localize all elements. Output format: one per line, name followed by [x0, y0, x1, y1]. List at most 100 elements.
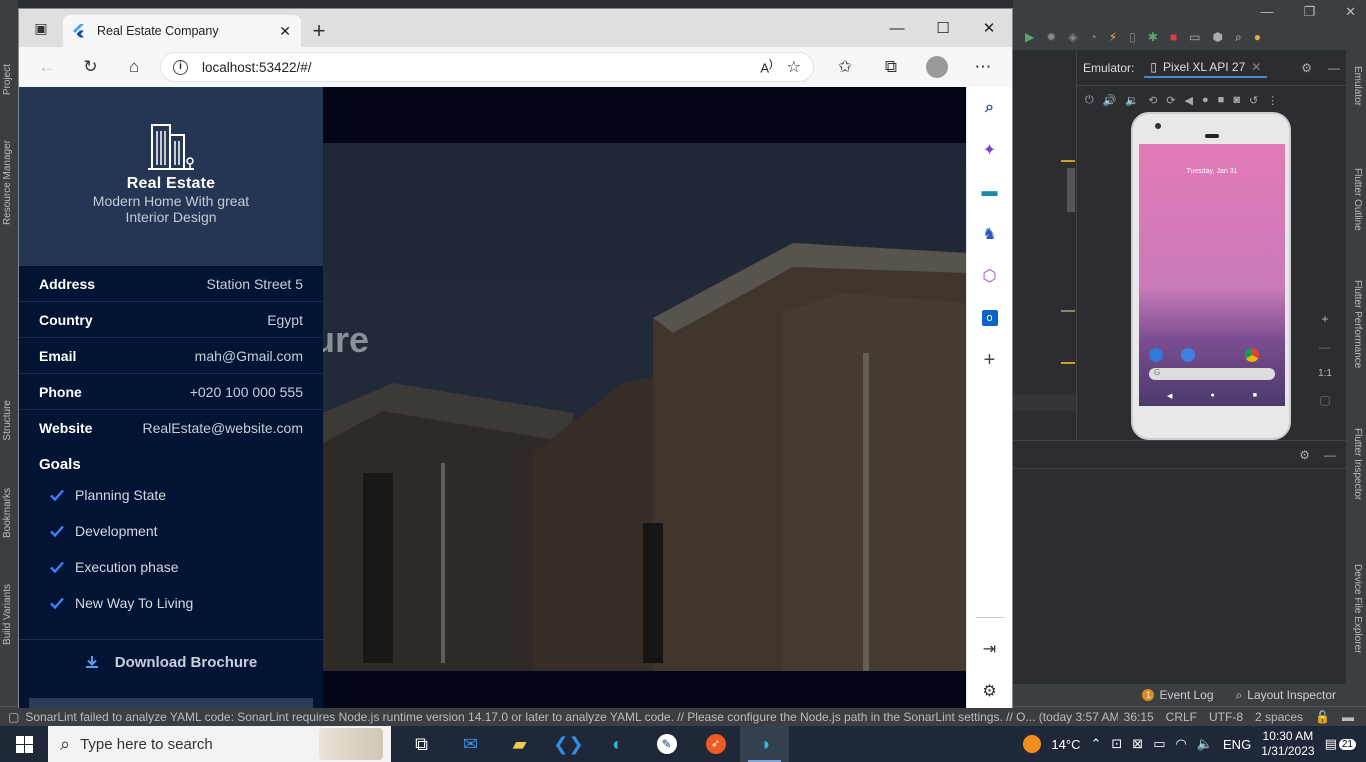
coverage-icon[interactable]: ◔: [1090, 30, 1097, 45]
url-field[interactable]: i localhost:53422/#/ A) ☆: [159, 52, 814, 82]
status-lock-icon[interactable]: 🔓: [1315, 710, 1330, 724]
power-icon[interactable]: ⏻: [1085, 94, 1094, 107]
run-icon[interactable]: ▶: [1025, 30, 1034, 45]
sidebar-search-button[interactable]: ⌕: [978, 97, 1002, 119]
status-indent[interactable]: 2 spaces: [1255, 710, 1303, 724]
minimize-button[interactable]: —: [874, 9, 920, 47]
tool-bookmarks[interactable]: Bookmarks: [2, 488, 13, 538]
file-explorer-app[interactable]: ▰: [495, 726, 544, 762]
task-view-button[interactable]: ⧉: [397, 726, 446, 762]
close-window-button[interactable]: ✕: [966, 9, 1012, 47]
close-tab-icon[interactable]: ✕: [1251, 60, 1261, 74]
phone-dialer-icon[interactable]: [1149, 348, 1163, 362]
weather-temperature[interactable]: 14°C: [1051, 737, 1080, 752]
sidebar-settings-button[interactable]: ⚙: [978, 680, 1002, 702]
zoom-actual-size[interactable]: 1:1: [1318, 368, 1332, 379]
add-favorite-icon[interactable]: ☆: [787, 57, 801, 77]
status-line-endings[interactable]: CRLF: [1166, 710, 1197, 724]
tool-emulator[interactable]: Emulator: [1352, 66, 1363, 106]
more-icon[interactable]: ⋮: [1267, 94, 1278, 107]
phone-google-search[interactable]: G: [1149, 368, 1275, 380]
zoom-out-icon[interactable]: —: [1319, 340, 1331, 354]
sidebar-tools-button[interactable]: ▬: [978, 181, 1002, 203]
notifications-button[interactable]: ▤ 21: [1325, 736, 1356, 752]
update-icon[interactable]: ●: [1254, 30, 1261, 45]
tool-project[interactable]: Project: [2, 64, 13, 95]
status-window-icon[interactable]: ▢: [8, 710, 19, 724]
clock[interactable]: 10:30 AM 1/31/2023: [1261, 729, 1314, 759]
edge-app[interactable]: ◐: [593, 726, 642, 762]
language-indicator[interactable]: ENG: [1223, 737, 1251, 752]
status-memory-icon[interactable]: ▬: [1342, 710, 1354, 724]
home-button[interactable]: ⌂: [116, 51, 152, 83]
volume-up-icon[interactable]: 🔊: [1103, 94, 1117, 107]
weather-icon[interactable]: [1023, 735, 1042, 753]
refresh-button[interactable]: ↻: [73, 51, 109, 83]
search-everywhere-icon[interactable]: ⌕: [1235, 30, 1242, 45]
stop-icon[interactable]: ■: [1170, 30, 1177, 45]
home-icon[interactable]: ●: [1202, 94, 1209, 106]
phone-chrome-icon[interactable]: [1245, 348, 1259, 362]
zoom-in-icon[interactable]: +: [1322, 312, 1329, 326]
usb-icon[interactable]: ⊡: [1111, 736, 1122, 752]
new-tab-button[interactable]: +: [301, 15, 337, 47]
screenshot-icon[interactable]: ◙: [1233, 94, 1240, 106]
favorites-button[interactable]: ✩: [826, 51, 864, 83]
hot-reload-icon[interactable]: ⚡: [1109, 30, 1117, 45]
overview-icon[interactable]: ■: [1218, 94, 1225, 106]
tab-actions-button[interactable]: ▣: [19, 9, 63, 47]
read-aloud-icon[interactable]: A): [760, 58, 772, 75]
volume-icon[interactable]: 🔈: [1197, 736, 1213, 752]
event-log-button[interactable]: 1 Event Log: [1142, 688, 1214, 702]
emulator-settings-icon[interactable]: ⚙: [1301, 61, 1312, 75]
ide-close-button[interactable]: ✕: [1345, 4, 1356, 20]
collections-button[interactable]: ⧉: [872, 51, 910, 83]
ide-minimize-button[interactable]: —: [1260, 4, 1273, 20]
tool-resource-manager[interactable]: Resource Manager: [2, 140, 13, 225]
close-tab-icon[interactable]: ✕: [279, 23, 291, 40]
bug-icon[interactable]: ✱: [1148, 30, 1158, 45]
phone-screen[interactable]: Tuesday, Jan 31 G ◀ ● ■: [1139, 144, 1285, 406]
tool-structure[interactable]: Structure: [2, 400, 13, 441]
start-button[interactable]: [0, 726, 48, 762]
ide-restore-button[interactable]: ❐: [1303, 4, 1315, 20]
sidebar-hide-button[interactable]: ⇥: [978, 638, 1002, 660]
maximize-button[interactable]: ☐: [920, 9, 966, 47]
vscode-app[interactable]: ❮❯: [544, 726, 593, 762]
back-button[interactable]: ←: [29, 51, 65, 83]
settings-more-button[interactable]: ⋯: [964, 51, 1002, 83]
emulator-device-tab[interactable]: ▯ Pixel XL API 27 ✕: [1144, 58, 1268, 78]
network-alert-icon[interactable]: ⊠: [1132, 736, 1143, 752]
status-position[interactable]: 36:15: [1124, 710, 1154, 724]
taskbar-search[interactable]: ⌕ Type here to search: [48, 726, 391, 762]
mail-app[interactable]: ✉: [446, 726, 495, 762]
tool-flutter-inspector[interactable]: Flutter Inspector: [1352, 428, 1363, 500]
sdk-icon[interactable]: ⬢: [1212, 30, 1222, 45]
snapshot-icon[interactable]: ↺: [1249, 94, 1258, 107]
status-encoding[interactable]: UTF-8: [1209, 710, 1243, 724]
info-icon[interactable]: i: [172, 59, 188, 75]
browser-tab[interactable]: Real Estate Company ✕: [63, 15, 301, 47]
tool-flutter-performance[interactable]: Flutter Performance: [1352, 280, 1363, 368]
status-message[interactable]: SonarLint failed to analyze YAML code: S…: [25, 710, 1117, 724]
chevron-up-icon[interactable]: ⌃: [1090, 736, 1101, 752]
sidebar-games-button[interactable]: ♞: [978, 223, 1002, 245]
wifi-icon[interactable]: ◠: [1175, 736, 1186, 752]
lower-hide-icon[interactable]: —: [1324, 448, 1336, 462]
pen-app[interactable]: ✎: [642, 726, 691, 762]
sidebar-outlook-button[interactable]: o: [978, 307, 1002, 329]
back-icon[interactable]: ◀: [1185, 94, 1193, 107]
volume-down-icon[interactable]: 🔉: [1125, 94, 1139, 107]
edge-app-active[interactable]: ◑: [740, 726, 789, 762]
lower-settings-icon[interactable]: ⚙: [1299, 448, 1310, 462]
tool-flutter-outline[interactable]: Flutter Outline: [1352, 168, 1363, 231]
rotate-right-icon[interactable]: ⟳: [1166, 94, 1175, 107]
layout-inspector-button[interactable]: ⌕ Layout Inspector: [1236, 688, 1336, 703]
sidebar-office-button[interactable]: ⬡: [978, 265, 1002, 287]
debug-icon[interactable]: ✹: [1046, 30, 1056, 45]
avd-icon[interactable]: ▭: [1189, 30, 1200, 45]
device-icon[interactable]: ▯: [1129, 30, 1136, 45]
zoom-fit-icon[interactable]: ▢: [1319, 393, 1330, 407]
profile-icon[interactable]: ◈: [1068, 30, 1077, 45]
postman-app[interactable]: ➶: [691, 726, 740, 762]
